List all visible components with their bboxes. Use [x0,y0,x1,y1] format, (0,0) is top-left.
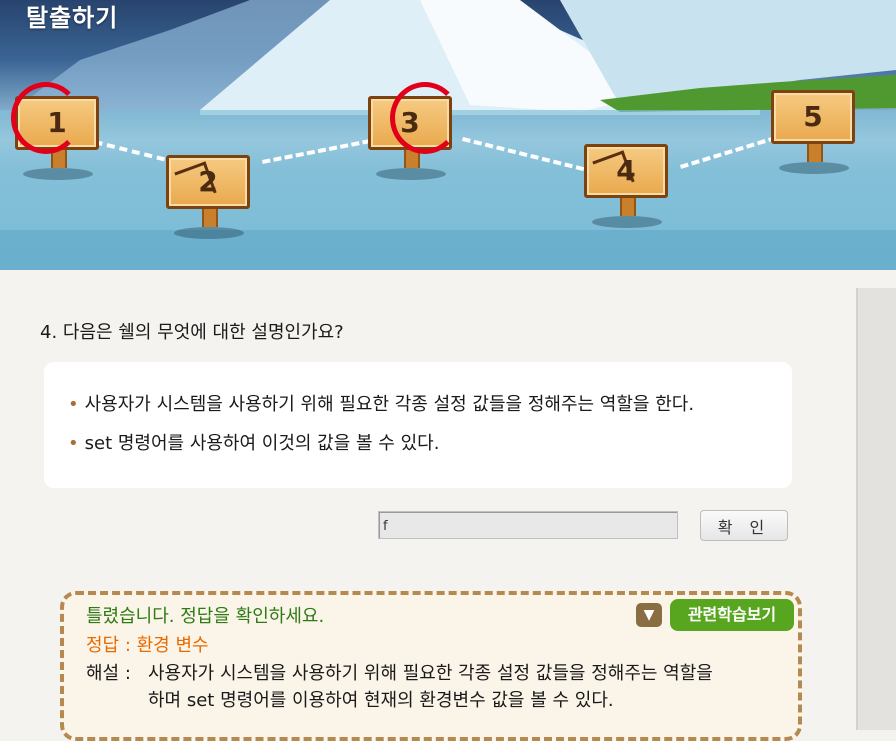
stage-number: 2 [198,165,218,198]
stage-number: 5 [803,100,823,133]
stage-board-5[interactable]: 5 [771,90,855,174]
correct-answer-text: 정답 : 환경 변수 [86,635,209,656]
bullet-icon: • [68,433,79,454]
related-study-button[interactable]: 관련학습보기 [670,599,794,631]
explanation-text-line-2: 하며 set 명령어를 이용하여 현재의 환경변수 값을 볼 수 있다. [148,690,614,711]
description-item: • 사용자가 시스템을 사용하기 위해 필요한 각종 설정 값들을 정해주는 역할… [68,390,694,416]
stage-board-3[interactable]: 3 [368,82,460,180]
description-text: 사용자가 시스템을 사용하기 위해 필요한 각종 설정 값들을 정해주는 역할을… [84,394,695,415]
stage-board-1[interactable]: 1 [11,82,99,180]
description-text: set 명령어를 사용하여 이것의 값을 볼 수 있다. [84,433,440,454]
correct-circle-icon [390,82,460,154]
answer-input[interactable] [378,511,678,539]
stage-number: 4 [616,154,636,187]
question-text: 4. 다음은 쉘의 무엇에 대한 설명인가요? [40,322,344,343]
confirm-button[interactable]: 확 인 [700,510,788,541]
explanation-text-line-1: 사용자가 시스템을 사용하기 위해 필요한 각종 설정 값들을 정해주는 역할을 [148,663,713,684]
correct-circle-icon [11,82,81,154]
side-scroll-edge [856,288,896,730]
result-message: 틀렸습니다. 정답을 확인하세요. [86,606,325,627]
stage-board-2[interactable]: 2 [166,155,250,239]
question-description-box: • 사용자가 시스템을 사용하기 위해 필요한 각종 설정 값들을 정해주는 역할… [44,362,792,488]
stage-board-4[interactable]: 4 [584,144,668,228]
stage-banner: 탈출하기 1 2 3 4 5 [0,0,896,270]
collapse-toggle-icon[interactable]: ▼ [636,603,662,627]
description-item: • set 명령어를 사용하여 이것의 값을 볼 수 있다. [68,429,439,455]
page-title: 탈출하기 [26,4,119,32]
bullet-icon: • [68,394,79,415]
explanation-label: 해설 : [86,663,131,684]
